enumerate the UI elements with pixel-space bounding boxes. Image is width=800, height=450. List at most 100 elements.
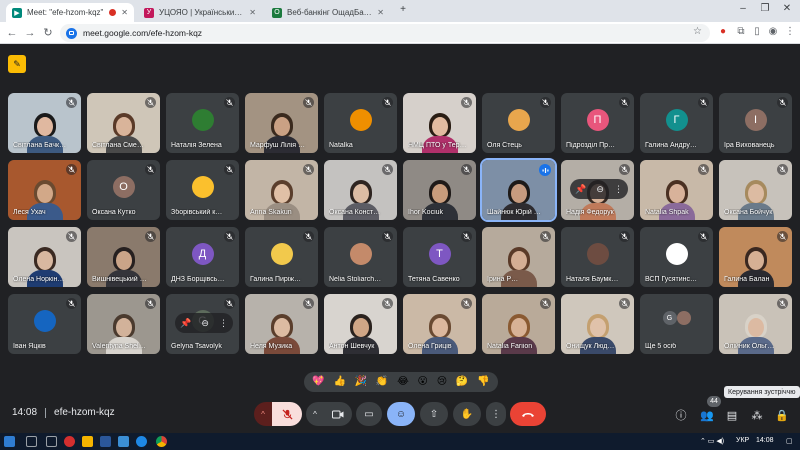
remove-icon[interactable]: ⊖ [596, 184, 604, 195]
meeting-notes-icon[interactable]: ✎ [8, 55, 26, 73]
tab-oschadbank[interactable]: О Веб-банкінг ОщадБанк✔Реєстрація ✕ [266, 3, 390, 22]
participant-tile[interactable]: Г Галина Андру… [640, 93, 713, 153]
participant-tile[interactable]: Наталя Баумк… [561, 227, 634, 287]
tray-icons[interactable]: ⌃ ▭ ◀) [700, 437, 724, 445]
close-tab-icon[interactable]: ✕ [377, 8, 384, 17]
raise-hand-button[interactable]: ✋ [453, 402, 481, 426]
pin-icon[interactable]: 📌 [180, 318, 191, 329]
file-explorer-icon[interactable] [82, 436, 93, 447]
edge-icon[interactable] [136, 436, 147, 447]
tab-meet[interactable]: ▶ Meet: "efe-hzom-kqz" ✕ [6, 3, 134, 22]
participant-tile[interactable]: І Іра Вихованець [719, 93, 792, 153]
site-info-icon[interactable] [66, 27, 77, 39]
mic-toggle-button[interactable] [272, 402, 302, 426]
side-panel-icon[interactable]: ▯ [750, 26, 764, 37]
present-screen-button[interactable]: ⇧ [420, 402, 448, 426]
video-options-chevron[interactable]: ^ [306, 402, 324, 426]
participant-tile[interactable]: Nelia Stoliarch… [324, 227, 397, 287]
participant-tile[interactable]: Оксана Бойчук [719, 160, 792, 220]
participant-tile[interactable]: Олена Гриців [403, 294, 476, 354]
participant-tile[interactable]: Шайнюк Юрій … [480, 158, 557, 222]
participant-tile[interactable]: Ірина Р… [482, 227, 555, 287]
participant-tile[interactable]: Наталія Зелена [166, 93, 239, 153]
maximize-icon[interactable]: ❐ [756, 3, 774, 14]
participant-tile[interactable]: Natalia Fariion [482, 294, 555, 354]
participant-tile[interactable]: Онищук Люд… [561, 294, 634, 354]
mail-icon[interactable] [118, 436, 129, 447]
participant-tile[interactable]: Оксана Конст… [324, 160, 397, 220]
reaction-emoji[interactable]: 😮 [418, 377, 428, 387]
participant-tile[interactable]: Галина Пиріж… [245, 227, 318, 287]
tab-ucoyao[interactable]: У УЦОЯО | Український центр оці ✕ [138, 3, 262, 22]
forward-button[interactable]: → [23, 26, 37, 40]
more-vert-icon[interactable]: ⋮ [614, 184, 623, 195]
participant-tile[interactable]: Вишнівецький … [87, 227, 160, 287]
windows-start-icon[interactable] [4, 436, 15, 447]
profile-avatar[interactable]: ◉ [766, 26, 780, 37]
leave-call-button[interactable] [510, 402, 546, 426]
reaction-emoji[interactable]: 🤔 [456, 377, 468, 387]
chat-icon[interactable]: ▤ [723, 406, 741, 424]
notifications-icon[interactable]: ▢ [786, 437, 793, 445]
new-tab-button[interactable]: + [394, 4, 412, 15]
bookmark-star-icon[interactable]: ☆ [693, 26, 702, 37]
participant-tile[interactable]: Valentyna Shel… [87, 294, 160, 354]
participant-tile[interactable]: Неля Музика [245, 294, 318, 354]
opera-extension-icon[interactable]: ● [716, 26, 730, 37]
reaction-emoji[interactable]: 👏 [376, 377, 388, 387]
participant-tile[interactable]: Д ДНЗ Борщівсь… [166, 227, 239, 287]
people-icon[interactable]: 👥 [698, 406, 716, 424]
participant-tile[interactable]: Світлана Бачк… [8, 93, 81, 153]
pin-icon[interactable]: 📌 [575, 184, 586, 195]
meeting-details-icon[interactable]: ⓘ [672, 406, 690, 424]
input-language[interactable]: УКР [736, 437, 749, 444]
more-vert-icon[interactable]: ⋮ [219, 318, 228, 329]
participant-tile[interactable]: ВСП Гусятинс… [640, 227, 713, 287]
participant-tile[interactable]: О Оксана Кутко [87, 160, 160, 220]
back-button[interactable]: ← [5, 26, 19, 40]
close-tab-icon[interactable]: ✕ [249, 8, 256, 17]
more-participants-tile[interactable]: G Ще 5 осіб [640, 294, 713, 354]
reaction-emoji[interactable]: 😢 [437, 377, 447, 387]
host-controls-icon[interactable]: 🔒 [773, 406, 791, 424]
participant-tile[interactable]: Natalka [324, 93, 397, 153]
participant-tile[interactable]: Олійник Ольг… [719, 294, 792, 354]
reaction-emoji[interactable]: 🎉 [355, 377, 367, 387]
reload-button[interactable]: ↻ [41, 26, 55, 40]
audio-options-chevron[interactable]: ^ [254, 402, 272, 426]
participant-tile[interactable]: Галина Балан [719, 227, 792, 287]
activities-icon[interactable]: ⁂ [748, 406, 766, 424]
participant-tile[interactable]: Т Тетяна Савенко [403, 227, 476, 287]
word-icon[interactable] [100, 436, 111, 447]
emoji-reactions-button[interactable]: ☺ [387, 402, 415, 426]
reaction-emoji[interactable]: 👎 [477, 377, 489, 387]
participant-tile[interactable]: Олена Норкін… [8, 227, 81, 287]
close-window-icon[interactable]: ✕ [778, 3, 796, 14]
participant-tile[interactable]: Світлана Сме… [87, 93, 160, 153]
participant-tile[interactable]: Anna Skakun [245, 160, 318, 220]
reaction-emoji[interactable]: 💖 [312, 377, 324, 387]
more-options-button[interactable]: ⋮ [486, 402, 506, 426]
participant-tile[interactable]: Зборівський к… [166, 160, 239, 220]
participant-tile[interactable]: НМЦ ПТО у Тер… [403, 93, 476, 153]
participant-tile[interactable]: 📌 ⊖ ⋮ Надія Федорук [561, 160, 634, 220]
close-tab-icon[interactable]: ✕ [121, 8, 128, 17]
reaction-emoji[interactable]: 😂 [397, 377, 409, 387]
captions-button[interactable]: ▭ [356, 402, 382, 426]
participant-tile[interactable]: Марфуш Лілія … [245, 93, 318, 153]
participant-tile[interactable]: Іван Яцків [8, 294, 81, 354]
camera-toggle-button[interactable] [324, 402, 352, 426]
task-view-icon[interactable] [46, 436, 57, 447]
participant-tile[interactable]: П Підрозділ Пр… [561, 93, 634, 153]
participant-tile[interactable]: Natalia Shpak [640, 160, 713, 220]
extensions-icon[interactable]: ⧉ [734, 26, 748, 37]
browser-menu-icon[interactable]: ⋮ [783, 26, 797, 37]
participant-tile[interactable]: Ihor Kociuk [403, 160, 476, 220]
search-icon[interactable] [26, 436, 37, 447]
minimize-icon[interactable]: – [734, 3, 752, 14]
opera-icon[interactable] [64, 436, 75, 447]
participant-tile[interactable]: Леся Ухач [8, 160, 81, 220]
participant-tile[interactable]: Оля Стець [482, 93, 555, 153]
chrome-icon[interactable] [156, 436, 167, 447]
reaction-emoji[interactable]: 👍 [334, 377, 346, 387]
